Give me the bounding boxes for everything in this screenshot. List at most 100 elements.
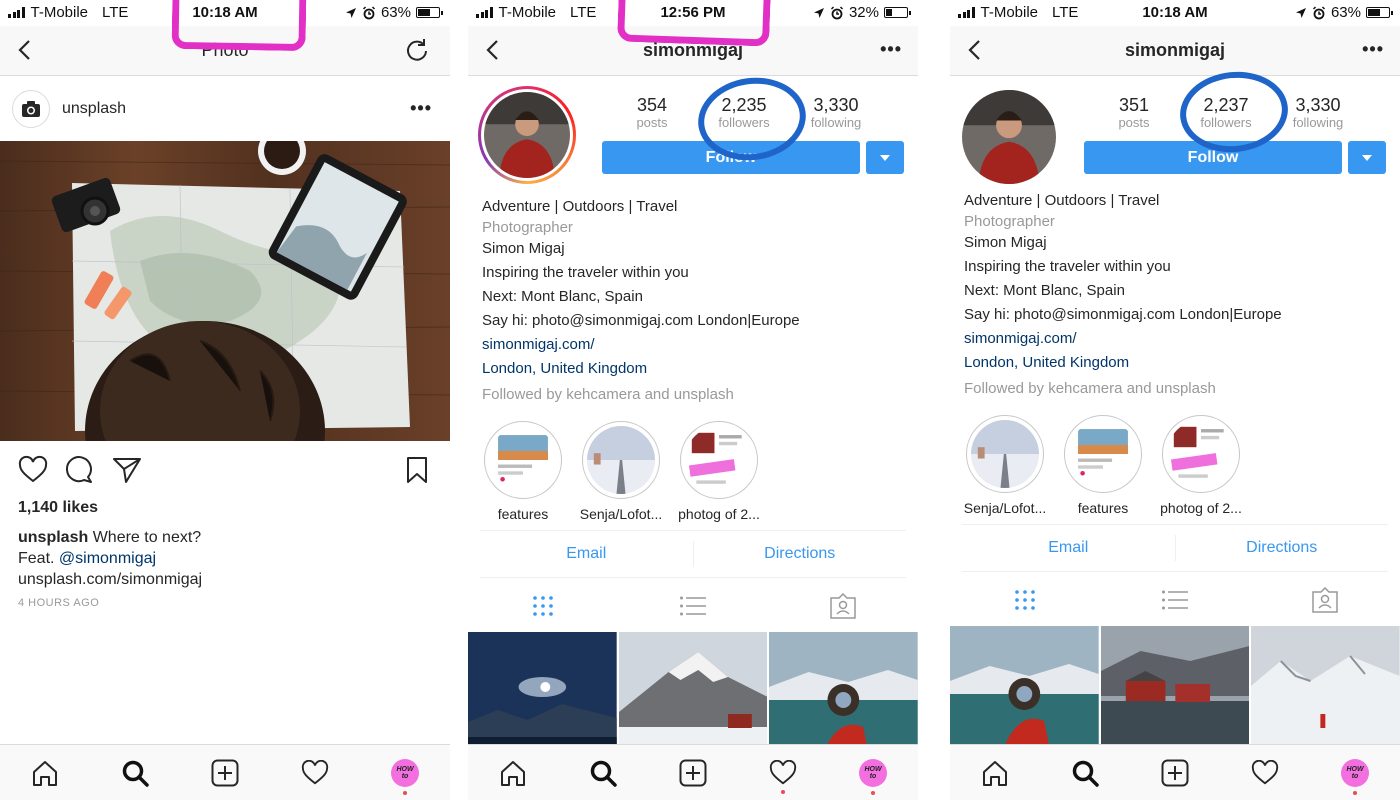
caption-mention[interactable]: @simonmigaj xyxy=(59,550,156,567)
tab-home[interactable] xyxy=(950,760,1040,786)
email-button[interactable]: Email xyxy=(480,545,693,563)
avatar[interactable] xyxy=(478,86,576,184)
status-bar: T-Mobile LTE 10:18 AM 63% xyxy=(950,0,1400,26)
like-count[interactable]: 1,140 likes xyxy=(18,499,98,517)
share-icon[interactable] xyxy=(112,455,142,485)
highlight-label: Senja/Lofot... xyxy=(579,506,663,522)
highlight-item[interactable]: features xyxy=(474,421,572,522)
highlight-item[interactable]: photog of 2... xyxy=(1152,415,1250,516)
portrait-image xyxy=(962,90,1056,184)
photo-grid xyxy=(950,626,1400,746)
notification-dot xyxy=(1353,790,1357,795)
email-button[interactable]: Email xyxy=(962,539,1175,557)
grid-photo[interactable] xyxy=(1100,626,1250,746)
grid-photo[interactable] xyxy=(618,632,768,752)
stat-posts[interactable]: 351 posts xyxy=(1088,95,1180,130)
bio-website-link[interactable]: simonmigaj.com/ xyxy=(964,327,1282,351)
tab-profile[interactable]: HOW to xyxy=(360,758,450,795)
bio-location-link[interactable]: London, United Kingdom xyxy=(964,351,1282,375)
avatar[interactable] xyxy=(12,90,50,128)
list-icon xyxy=(1162,590,1188,610)
bio-category: Photographer xyxy=(964,213,1055,230)
highlight-label: features xyxy=(1077,500,1129,516)
tab-search[interactable] xyxy=(1040,759,1130,787)
contact-bar: Email Directions xyxy=(962,524,1388,572)
refresh-icon[interactable] xyxy=(404,37,430,63)
highlight-item[interactable]: photog of 2... xyxy=(670,421,768,522)
more-icon[interactable]: ••• xyxy=(1362,39,1384,60)
followed-by-text[interactable]: Followed by kehcamera and unsplash xyxy=(482,383,800,407)
avatar[interactable] xyxy=(962,90,1056,184)
suggestions-dropdown-button[interactable] xyxy=(1348,141,1386,174)
tab-new-post[interactable] xyxy=(648,759,738,787)
highlight-item[interactable]: Senja/Lofot... xyxy=(572,421,670,522)
story-highlights: Senja/Lofot... features photog of 2... xyxy=(956,415,1250,516)
tab-new-post[interactable] xyxy=(180,759,270,787)
comment-icon[interactable] xyxy=(64,455,94,485)
tab-tagged[interactable] xyxy=(768,593,918,619)
tab-list[interactable] xyxy=(618,595,768,617)
tab-list[interactable] xyxy=(1100,589,1250,611)
directions-button[interactable]: Directions xyxy=(694,545,907,563)
bio-website-link[interactable]: simonmigaj.com/ xyxy=(482,333,800,357)
more-icon[interactable]: ••• xyxy=(880,39,902,60)
profile-logo-icon: HOW to xyxy=(859,758,887,787)
tab-search[interactable] xyxy=(558,759,648,787)
bio-line: Next: Mont Blanc, Spain xyxy=(482,288,643,305)
tab-profile[interactable]: HOW to xyxy=(828,758,918,795)
profile-logo-icon: HOW to xyxy=(1341,758,1369,787)
tab-new-post[interactable] xyxy=(1130,759,1220,787)
home-icon xyxy=(501,760,525,786)
battery-icon xyxy=(416,7,443,18)
search-icon xyxy=(122,760,149,787)
tab-home[interactable] xyxy=(468,760,558,786)
battery-icon xyxy=(884,7,911,18)
tagged-photo-icon xyxy=(1312,587,1338,613)
more-icon[interactable]: ••• xyxy=(410,98,432,119)
bio-line: Next: Mont Blanc, Spain xyxy=(964,282,1125,299)
plus-square-icon xyxy=(211,759,239,786)
tab-activity[interactable] xyxy=(270,759,360,786)
grid-photo[interactable] xyxy=(1251,626,1400,746)
status-right: 63% xyxy=(345,4,443,21)
search-icon xyxy=(590,760,617,787)
post-timestamp: 4 HOURS AGO xyxy=(18,597,100,609)
bio-headline: Adventure | Outdoors | Travel xyxy=(482,198,678,215)
battery-percent: 63% xyxy=(380,4,411,21)
tab-activity[interactable] xyxy=(738,759,828,794)
caption-username[interactable]: unsplash xyxy=(18,529,88,546)
tab-grid[interactable] xyxy=(950,588,1100,612)
suggestions-dropdown-button[interactable] xyxy=(866,141,904,174)
grid-icon xyxy=(1015,590,1035,610)
post-photo[interactable] xyxy=(0,141,450,441)
grid-photo[interactable] xyxy=(950,626,1099,746)
tab-profile[interactable]: HOW to xyxy=(1310,758,1400,795)
highlight-label: features xyxy=(497,506,549,522)
location-arrow-icon xyxy=(345,7,356,18)
tab-home[interactable] xyxy=(0,760,90,786)
bio-location-link[interactable]: London, United Kingdom xyxy=(482,357,800,381)
grid-photo[interactable] xyxy=(769,632,918,752)
bookmark-icon[interactable] xyxy=(402,455,432,485)
grid-photo[interactable] xyxy=(468,632,617,752)
highlight-item[interactable]: Senja/Lofot... xyxy=(956,415,1054,516)
heart-icon[interactable] xyxy=(18,455,48,485)
location-arrow-icon xyxy=(1295,7,1306,18)
caption-prefix: Feat. xyxy=(18,550,59,567)
highlight-item[interactable]: features xyxy=(1054,415,1152,516)
post-username[interactable]: unsplash xyxy=(62,100,126,118)
camera-icon xyxy=(22,101,40,117)
screen-photo-post: T-Mobile LTE 10:18 AM 63% Photo unsplash… xyxy=(0,0,450,800)
highlight-label: photog of 2... xyxy=(678,506,760,522)
tab-search[interactable] xyxy=(90,759,180,787)
screen-profile-after: T-Mobile LTE 10:18 AM 63% simonmigaj •••… xyxy=(950,0,1400,800)
tab-grid[interactable] xyxy=(468,594,618,618)
tab-tagged[interactable] xyxy=(1250,587,1400,613)
tab-activity[interactable] xyxy=(1220,759,1310,786)
directions-button[interactable]: Directions xyxy=(1176,539,1389,557)
bio-line: Say hi: photo@simonmigaj.com London|Euro… xyxy=(482,312,800,329)
post-header: unsplash ••• xyxy=(0,76,450,141)
bio-headline: Adventure | Outdoors | Travel xyxy=(964,192,1160,209)
stat-posts[interactable]: 354 posts xyxy=(606,95,698,130)
followed-by-text[interactable]: Followed by kehcamera and unsplash xyxy=(964,377,1282,401)
